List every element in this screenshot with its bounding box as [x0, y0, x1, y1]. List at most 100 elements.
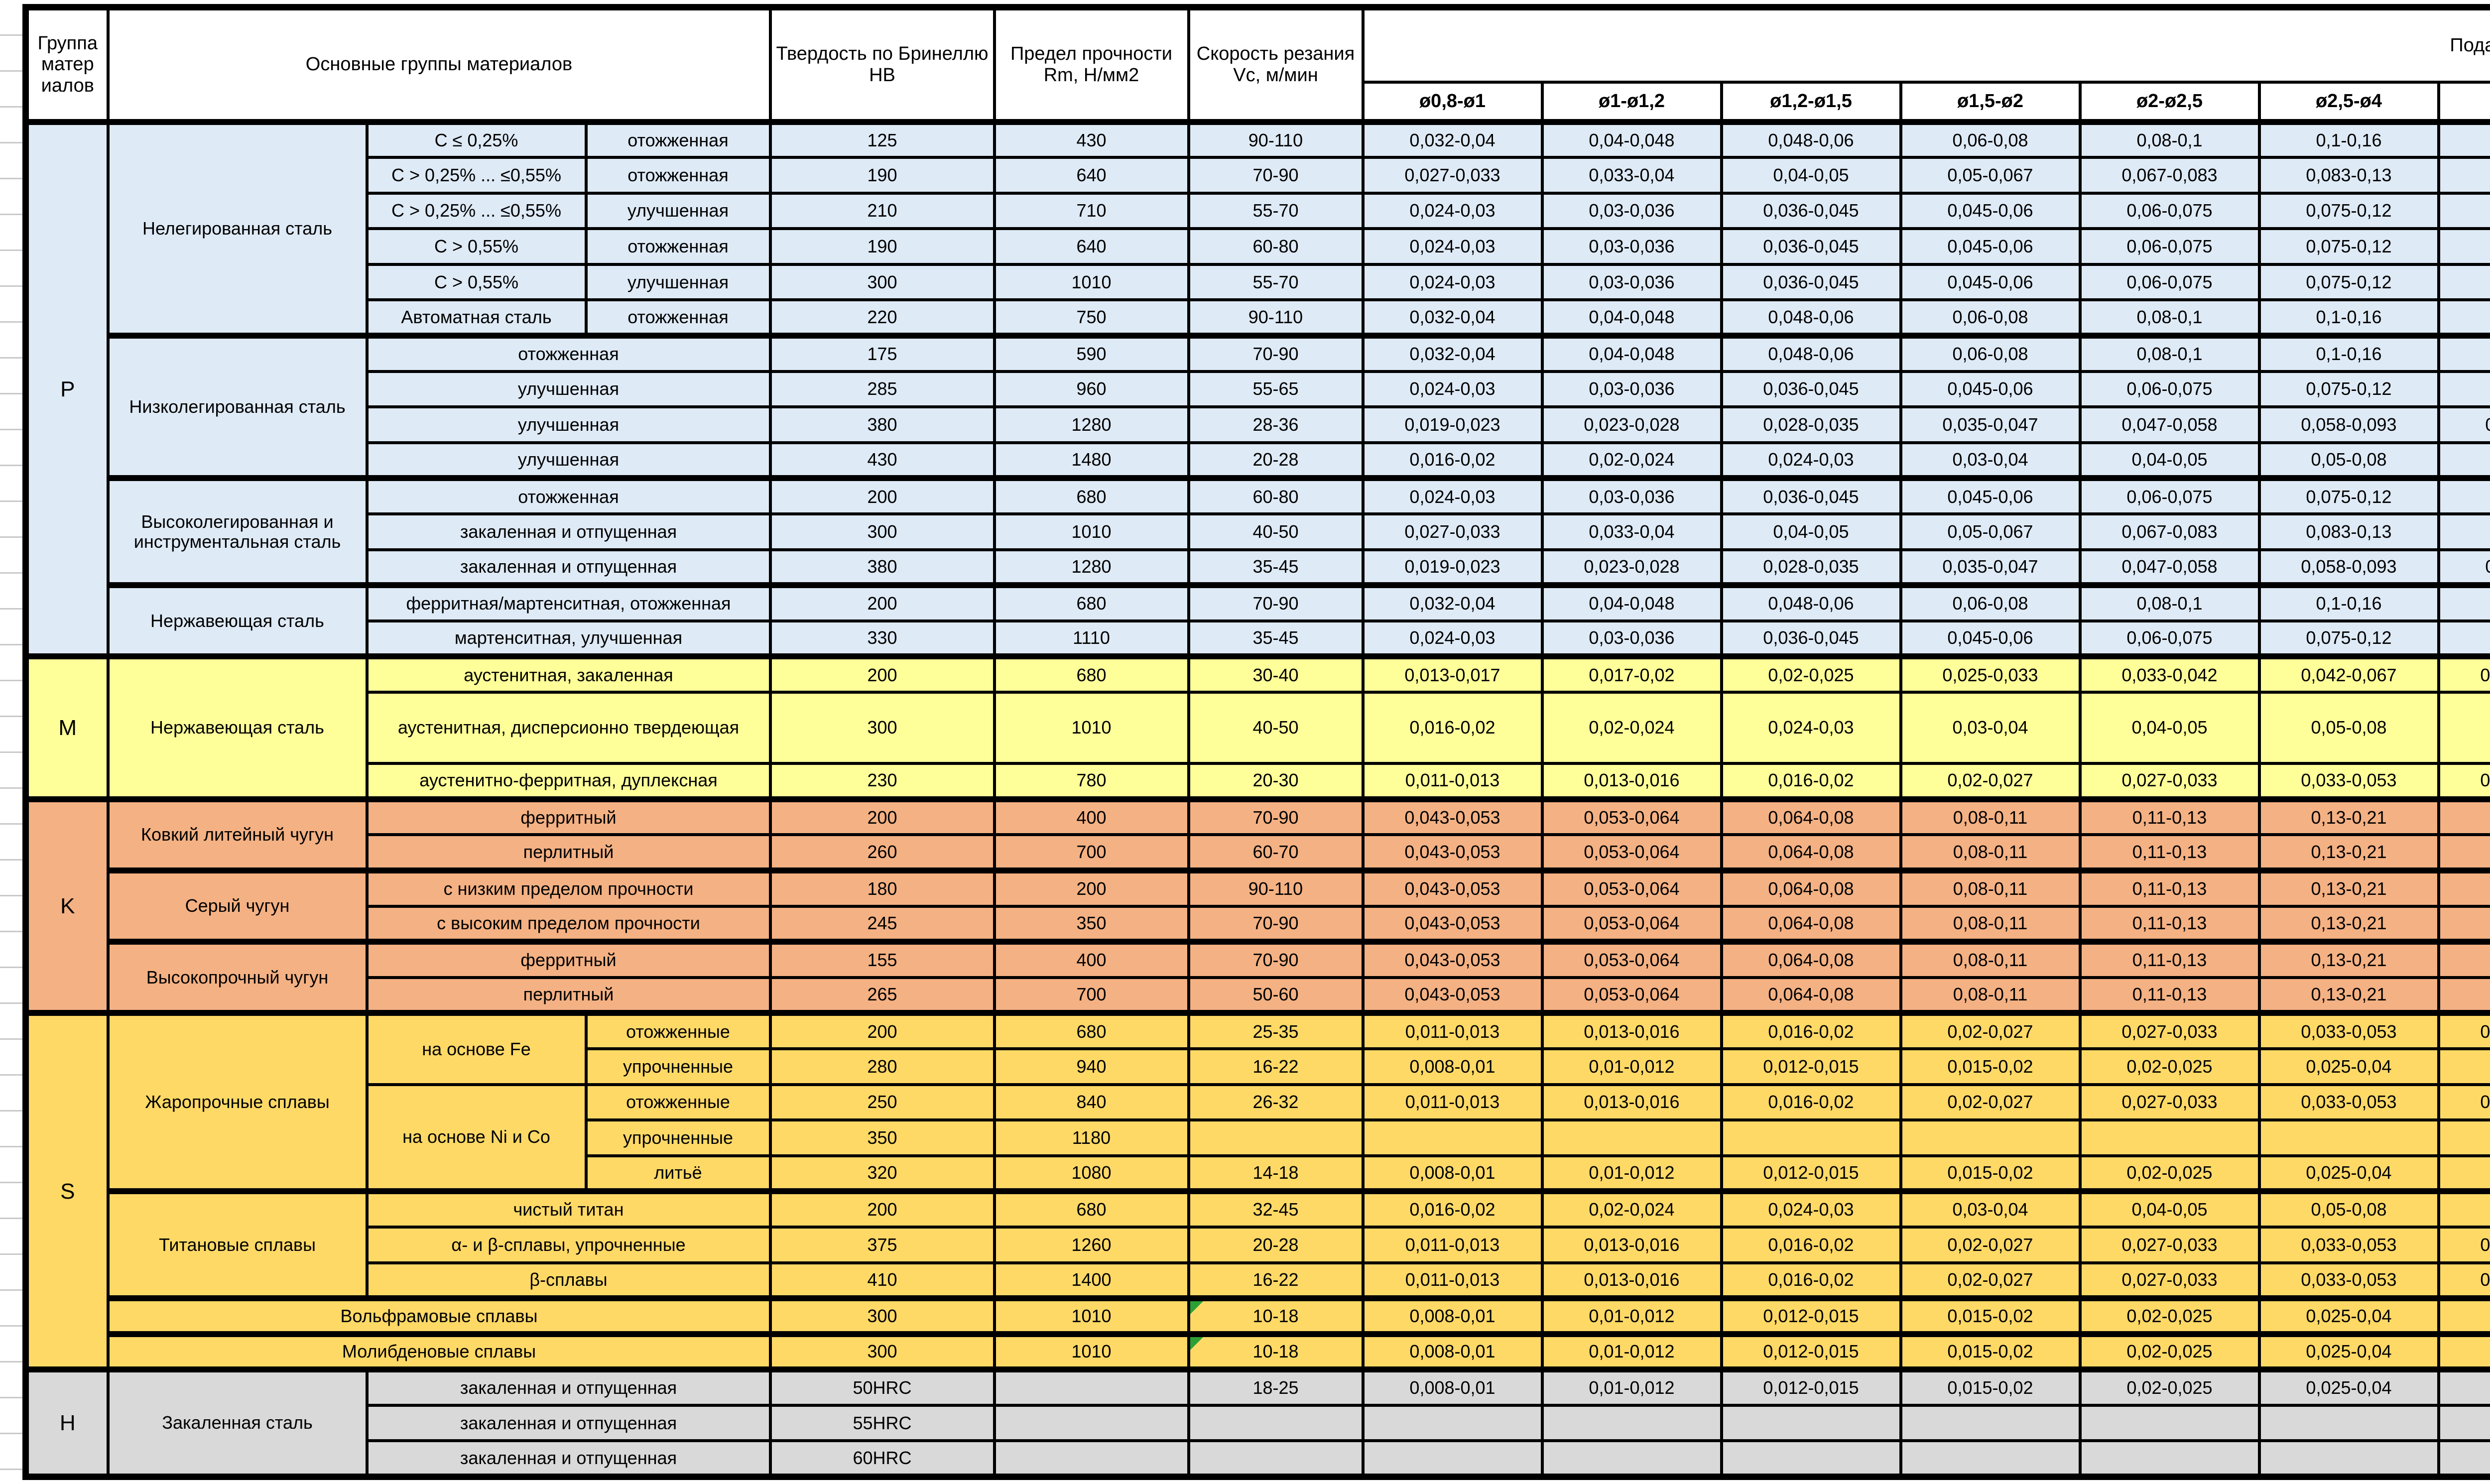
material-family[interactable]: Нержавеющая сталь: [108, 656, 367, 799]
strength-rm[interactable]: 960: [995, 371, 1189, 407]
group-letter-m[interactable]: M: [26, 656, 108, 799]
feed-value[interactable]: 0,083-0,13: [2259, 514, 2439, 550]
feed-value[interactable]: 0,13-0,21: [2259, 942, 2439, 978]
feed-value[interactable]: 0,032-0,04: [1363, 336, 1542, 371]
speed-vc[interactable]: 60-80: [1189, 229, 1363, 264]
feed-value[interactable]: 0,075-0,12: [2259, 229, 2439, 264]
material-state[interactable]: отожженная: [367, 336, 770, 371]
feed-value[interactable]: 0,043-0,053: [1363, 978, 1542, 1013]
feed-value[interactable]: 0,06-0,075: [2080, 193, 2259, 229]
feed-value[interactable]: 0,12-0,15: [2439, 621, 2490, 657]
feed-value[interactable]: 0,035-0,047: [1901, 550, 2080, 586]
feed-value[interactable]: 0,043-0,053: [1363, 835, 1542, 870]
feed-value[interactable]: 0,033-0,053: [2259, 1227, 2439, 1263]
strength-rm[interactable]: 1010: [995, 1298, 1189, 1334]
material-state[interactable]: улучшенная: [367, 443, 770, 479]
feed-value[interactable]: 0,04-0,05: [2080, 443, 2259, 479]
hardness-hb[interactable]: 330: [770, 621, 995, 657]
feed-value[interactable]: 0,045-0,06: [1901, 371, 2080, 407]
feed-value[interactable]: 0,048-0,06: [1722, 300, 1901, 336]
material-sub[interactable]: C ≤ 0,25%: [367, 122, 586, 158]
feed-value[interactable]: 0,048-0,06: [1722, 585, 1901, 621]
feed-value[interactable]: 0,024-0,03: [1363, 478, 1542, 514]
speed-vc[interactable]: [1189, 1441, 1363, 1477]
hardness-hb[interactable]: 125: [770, 122, 995, 158]
feed-value[interactable]: 0,06-0,075: [2080, 229, 2259, 264]
feed-value[interactable]: 0,11-0,13: [2080, 978, 2259, 1013]
feed-value[interactable]: 0,008-0,01: [1363, 1298, 1542, 1334]
feed-value[interactable]: 0,02-0,027: [1901, 1013, 2080, 1049]
group-letter-s[interactable]: S: [26, 1013, 108, 1369]
hardness-hb[interactable]: 280: [770, 1049, 995, 1085]
material-family[interactable]: Закаленная сталь: [108, 1369, 367, 1477]
feed-value[interactable]: 0,024-0,03: [1363, 229, 1542, 264]
material-state[interactable]: чистый титан: [367, 1191, 770, 1227]
strength-rm[interactable]: 1280: [995, 550, 1189, 586]
feed-value[interactable]: 0,016-0,02: [1363, 443, 1542, 479]
feed-value[interactable]: 0,036-0,045: [1722, 264, 1901, 300]
feed-value[interactable]: 0,11-0,13: [2080, 799, 2259, 835]
feed-value[interactable]: 0,075-0,12: [2259, 371, 2439, 407]
feed-value[interactable]: 0,058-0,093: [2259, 407, 2439, 443]
feed-value[interactable]: 0,017-0,02: [1542, 656, 1722, 692]
material-family[interactable]: Вольфрамовые сплавы: [108, 1298, 770, 1334]
speed-vc[interactable]: 16-22: [1189, 1049, 1363, 1085]
feed-value[interactable]: 0,06-0,075: [2080, 371, 2259, 407]
feed-value[interactable]: 0,042-0,067: [2259, 656, 2439, 692]
feed-value[interactable]: 0,016-0,02: [1363, 1191, 1542, 1227]
feed-value[interactable]: [2080, 1441, 2259, 1477]
material-state[interactable]: упрочненные: [586, 1049, 770, 1085]
feed-value[interactable]: 0,043-0,053: [1363, 942, 1542, 978]
feed-value[interactable]: 0,21-0,27: [2439, 799, 2490, 835]
feed-value[interactable]: 0,043-0,053: [1363, 906, 1542, 942]
header-material-group[interactable]: Группа матер иалов: [26, 7, 108, 122]
strength-rm[interactable]: 780: [995, 763, 1189, 799]
feed-value[interactable]: 0,053-0,064: [1542, 835, 1722, 870]
hardness-hb[interactable]: 200: [770, 585, 995, 621]
speed-vc[interactable]: [1189, 1120, 1363, 1156]
feed-value[interactable]: [2080, 1120, 2259, 1156]
material-sub[interactable]: C > 0,55%: [367, 264, 586, 300]
strength-rm[interactable]: 1010: [995, 264, 1189, 300]
feed-value[interactable]: 0,008-0,01: [1363, 1334, 1542, 1370]
feed-value[interactable]: 0,04-0,05: [2439, 1369, 2490, 1405]
feed-value[interactable]: 0,03-0,036: [1542, 371, 1722, 407]
feed-value[interactable]: 0,047-0,058: [2080, 407, 2259, 443]
material-family[interactable]: Нелегированная сталь: [108, 122, 367, 336]
material-family[interactable]: Низколегированная сталь: [108, 336, 367, 478]
feed-value[interactable]: 0,02-0,027: [1901, 1227, 2080, 1263]
material-state[interactable]: мартенситная, улучшенная: [367, 621, 770, 657]
feed-value[interactable]: 0,1-0,16: [2259, 336, 2439, 371]
feed-value[interactable]: [2439, 1120, 2490, 1156]
feed-value[interactable]: 0,016-0,02: [1722, 763, 1901, 799]
strength-rm[interactable]: 1260: [995, 1227, 1189, 1263]
speed-vc[interactable]: 32-45: [1189, 1191, 1363, 1227]
feed-value[interactable]: 0,05-0,08: [2259, 692, 2439, 763]
hardness-hb[interactable]: 55HRC: [770, 1405, 995, 1441]
hardness-hb[interactable]: 300: [770, 1298, 995, 1334]
speed-vc[interactable]: 70-90: [1189, 157, 1363, 193]
strength-rm[interactable]: 1080: [995, 1156, 1189, 1192]
hardness-hb[interactable]: 155: [770, 942, 995, 978]
feed-value[interactable]: 0,075-0,12: [2259, 264, 2439, 300]
material-state[interactable]: литьё: [586, 1156, 770, 1192]
feed-value[interactable]: 0,13-0,21: [2259, 978, 2439, 1013]
material-sub[interactable]: C > 0,25% ... ≤0,55%: [367, 193, 586, 229]
feed-value[interactable]: 0,13-0,21: [2259, 870, 2439, 906]
hardness-hb[interactable]: 175: [770, 336, 995, 371]
feed-value[interactable]: 0,024-0,03: [1363, 264, 1542, 300]
feed-value[interactable]: [1722, 1120, 1901, 1156]
feed-value[interactable]: [1901, 1120, 2080, 1156]
strength-rm[interactable]: 350: [995, 906, 1189, 942]
feed-value[interactable]: 0,053-0,064: [1542, 942, 1722, 978]
strength-rm[interactable]: 680: [995, 656, 1189, 692]
feed-value[interactable]: 0,013-0,016: [1542, 763, 1722, 799]
feed-value[interactable]: 0,08-0,1: [2080, 300, 2259, 336]
hardness-hb[interactable]: 245: [770, 906, 995, 942]
strength-rm[interactable]: 400: [995, 942, 1189, 978]
hardness-hb[interactable]: 300: [770, 1334, 995, 1370]
feed-value[interactable]: 0,03-0,04: [1901, 1191, 2080, 1227]
feed-value[interactable]: 0,028-0,035: [1722, 550, 1901, 586]
hardness-hb[interactable]: 265: [770, 978, 995, 1013]
feed-value[interactable]: 0,04-0,05: [2439, 1049, 2490, 1085]
